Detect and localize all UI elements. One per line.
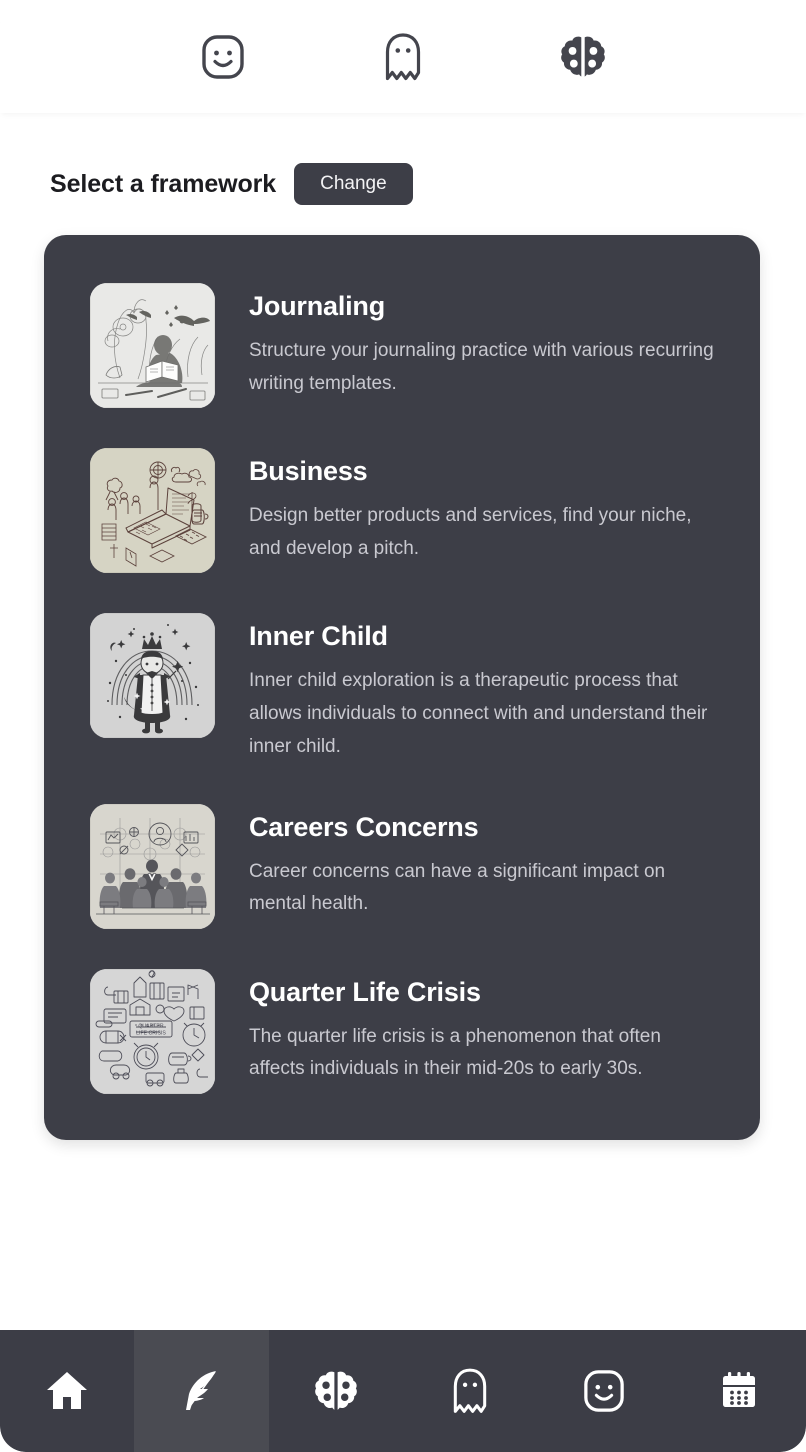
svg-text:LIFE CRISIS: LIFE CRISIS — [136, 1030, 166, 1036]
framework-description: Career concerns can have a significant i… — [249, 860, 666, 915]
framework-title: Business — [249, 456, 368, 486]
framework-thumbnail — [90, 283, 215, 408]
top-tab-bar — [0, 0, 806, 113]
business-people-crowd-sketch — [90, 803, 215, 929]
framework-description: Design better products and services, fin… — [249, 505, 692, 559]
smiley-face-icon — [583, 1368, 625, 1414]
app-screen: Select a framework Change Journaling Str… — [0, 0, 806, 1452]
framework-thumbnail — [90, 803, 215, 929]
framework-list-card: Journaling Structure your journaling pra… — [44, 235, 760, 1140]
change-framework-button[interactable]: Change — [294, 163, 413, 205]
nav-tab-brain[interactable] — [269, 1330, 403, 1452]
smiley-face-icon — [201, 34, 245, 80]
laptop-workspace-isometric-sketch — [90, 448, 215, 573]
main-content: Select a framework Change Journaling Str… — [0, 113, 806, 1330]
brain-icon — [314, 1370, 358, 1412]
svg-text:QUARTER: QUARTER — [138, 1023, 164, 1029]
framework-text: Journaling Structure your journaling pra… — [249, 283, 716, 408]
framework-item-careers-concerns[interactable]: Careers Concerns Career concerns can hav… — [90, 803, 716, 929]
framework-item-business[interactable]: Business Design better products and serv… — [90, 448, 716, 573]
framework-title: Quarter Life Crisis — [249, 976, 481, 1007]
header-tab-brain[interactable] — [551, 25, 615, 89]
framework-description: The quarter life crisis is a phenomenon … — [249, 1025, 661, 1080]
framework-text: Inner Child Inner child exploration is a… — [249, 613, 716, 764]
nav-tab-ghost[interactable] — [403, 1330, 537, 1452]
framework-text: Quarter Life Crisis The quarter life cri… — [249, 969, 716, 1094]
brain-icon — [560, 35, 606, 79]
child-with-crown-and-cape-sketch — [90, 613, 215, 738]
ghost-icon — [384, 32, 422, 81]
nav-tab-write[interactable] — [134, 1330, 269, 1452]
header-tab-mood[interactable] — [191, 25, 255, 89]
home-icon — [45, 1370, 89, 1412]
bottom-navigation-bar — [0, 1330, 806, 1452]
framework-selector-header: Select a framework Change — [0, 113, 806, 205]
calendar-icon — [717, 1369, 761, 1413]
framework-item-inner-child[interactable]: Inner Child Inner child exploration is a… — [90, 613, 716, 764]
framework-thumbnail — [90, 613, 215, 738]
person-journaling-in-garden-sketch — [90, 283, 215, 408]
framework-title: Journaling — [249, 291, 386, 321]
framework-description: Structure your journaling practice with … — [249, 340, 714, 394]
framework-text: Business Design better products and serv… — [249, 448, 716, 573]
framework-item-journaling[interactable]: Journaling Structure your journaling pra… — [90, 283, 716, 408]
framework-text: Careers Concerns Career concerns can hav… — [249, 804, 716, 929]
framework-item-quarter-life-crisis[interactable]: QUARTER LIFE CRISIS Quarter Life Crisis … — [90, 968, 716, 1094]
page-title: Select a framework — [50, 169, 277, 198]
framework-title: Careers Concerns — [249, 811, 479, 842]
framework-title: Inner Child — [249, 621, 388, 651]
quarter-life-crisis-doodle-collage: QUARTER LIFE CRISIS — [90, 968, 215, 1094]
framework-thumbnail — [90, 448, 215, 573]
nav-tab-calendar[interactable] — [672, 1330, 806, 1452]
feather-icon — [181, 1368, 221, 1414]
header-tab-ghost[interactable] — [371, 25, 435, 89]
framework-description: Inner child exploration is a therapeutic… — [249, 670, 708, 757]
framework-thumbnail: QUARTER LIFE CRISIS — [90, 968, 215, 1094]
ghost-icon — [452, 1368, 488, 1414]
nav-tab-home[interactable] — [0, 1330, 134, 1452]
nav-tab-mood[interactable] — [537, 1330, 671, 1452]
